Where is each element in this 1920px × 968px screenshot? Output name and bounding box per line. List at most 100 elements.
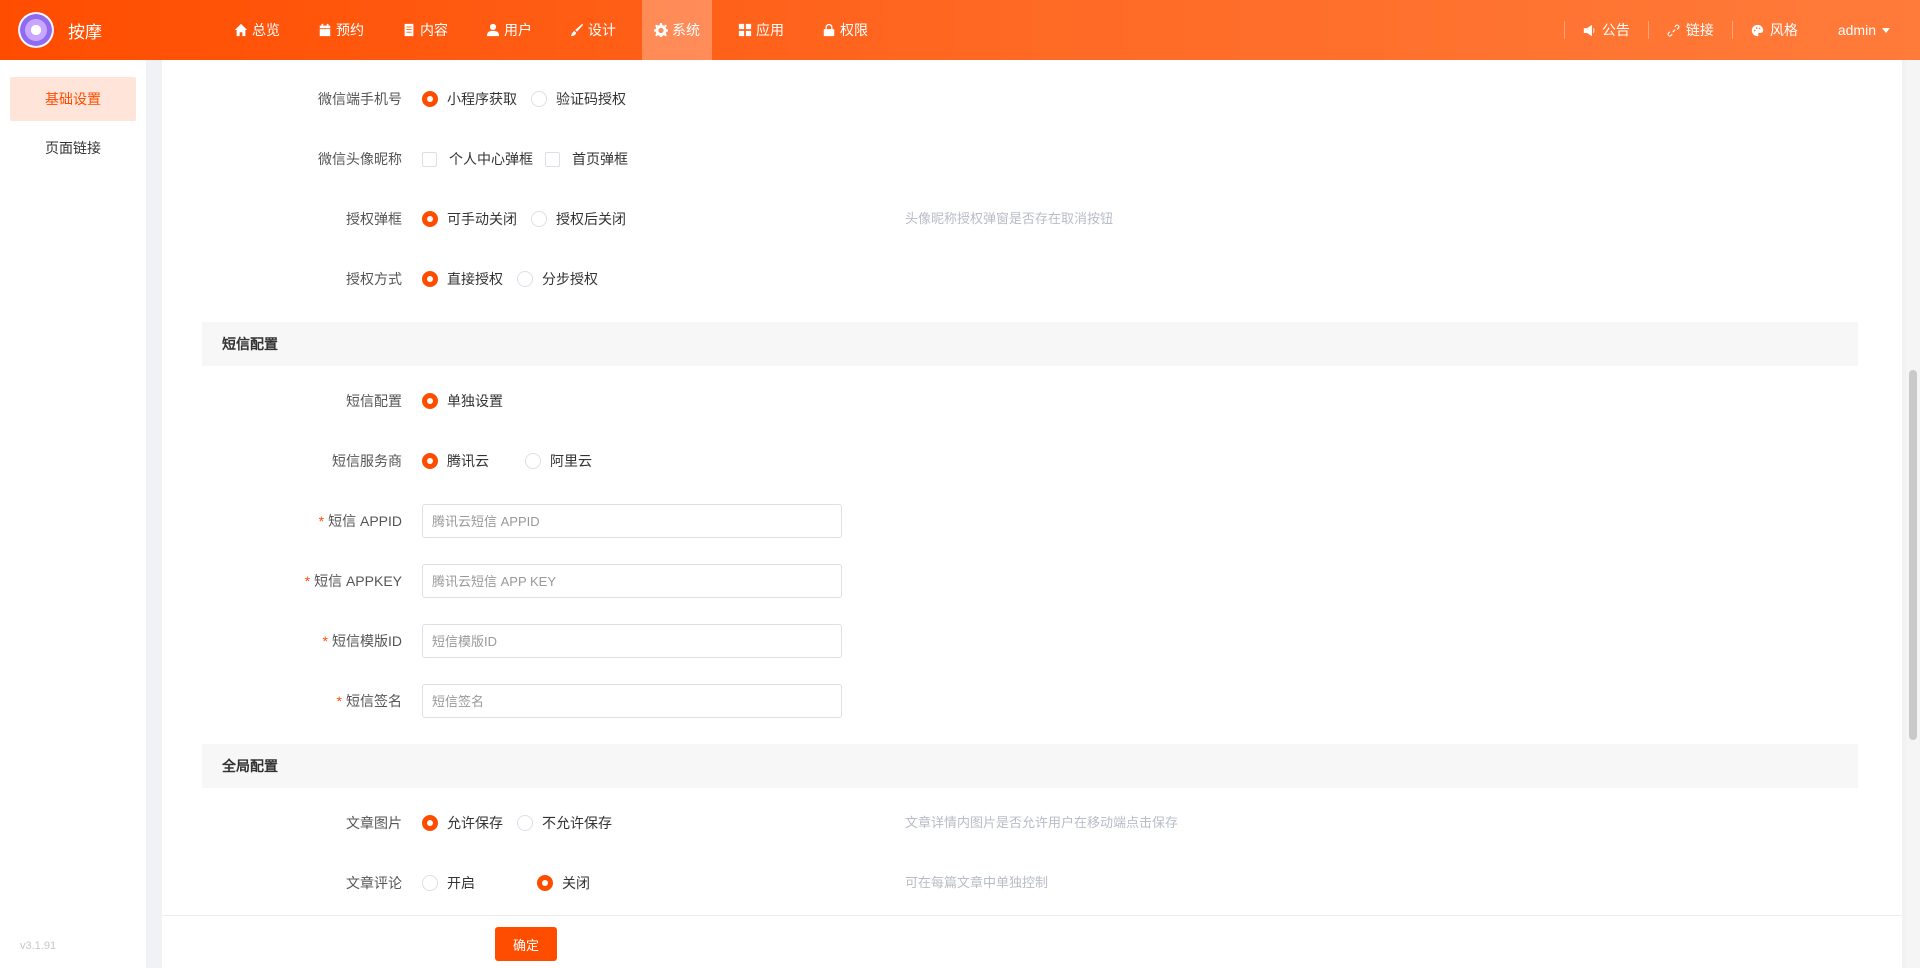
radio-checked [422,271,438,287]
form-row-auth-mode: 授权方式 直接授权 分步授权 [162,259,1862,299]
radio-label: 阿里云 [550,453,592,469]
radio-unchecked [531,211,547,227]
radio-checked [422,815,438,831]
radio-option[interactable]: 不允许保存 [517,813,612,833]
checkbox [545,151,560,167]
form-row-wechat-phone: 微信端手机号 小程序获取 验证码授权 [162,79,1862,119]
user-menu[interactable]: admin [1816,21,1920,39]
checkbox-option[interactable]: 首页弹框 [545,149,628,169]
document-icon [404,23,414,37]
logo [18,12,54,48]
checkbox [422,151,437,167]
form-row-auth-popup: 授权弹框 可手动关闭 授权后关闭 头像昵称授权弹窗是否存在取消按钮 [162,199,1862,239]
radio-option[interactable]: 授权后关闭 [531,209,626,229]
main-nav: 总览 预约 内容 用户 设计 系统 应用 权限 [222,0,894,60]
settings-form: 微信端手机号 小程序获取 验证码授权 微信头像昵称 个人中心弹框 首页弹框 授权… [162,60,1902,968]
sidebar: 基础设置 页面链接 v3.1.91 [0,60,146,968]
help-text: 文章详情内图片是否允许用户在移动端点击保存 [905,815,1179,830]
radio-checked [422,211,438,227]
form-label: * 短信签名 [337,681,402,721]
radio-unchecked [422,875,438,891]
form-label: 授权弹框 [346,211,402,227]
right-menu: 公告 链接 风格 admin [1563,0,1920,60]
radio-option[interactable]: 单独设置 [422,391,503,411]
form-label-text: 短信 APPKEY [314,573,402,589]
nav-item-users[interactable]: 用户 [474,0,544,60]
form-row-sms-appid: * 短信 APPID [162,501,1862,541]
version-label: v3.1.91 [20,940,57,952]
nav-item-booking[interactable]: 预约 [306,0,376,60]
radio-label: 关闭 [562,875,590,891]
radio-unchecked [525,453,541,469]
radio-option[interactable]: 验证码授权 [531,89,626,109]
notice-label: 公告 [1601,22,1630,38]
required-mark: * [322,633,328,649]
form-footer: 确定 [162,915,1902,968]
form-row-sms-sign: * 短信签名 [162,681,1862,721]
form-row-article-image: 文章图片 允许保存 不允许保存 文章详情内图片是否允许用户在移动端点击保存 [162,803,1862,843]
radio-unchecked [517,815,533,831]
section-header-sms: 短信配置 [202,322,1858,366]
nav-item-content[interactable]: 内容 [390,0,460,60]
radio-option[interactable]: 可手动关闭 [422,209,517,229]
radio-checked [422,453,438,469]
nav-item-permissions[interactable]: 权限 [810,0,880,60]
form-label: 短信服务商 [332,453,402,469]
radio-label: 分步授权 [542,271,598,287]
theme-label: 风格 [1769,22,1798,38]
form-label: 微信头像昵称 [318,151,402,167]
lock-icon [823,23,835,37]
link-icon [1667,24,1680,36]
nav-item-overview[interactable]: 总览 [222,0,292,60]
sidebar-item-basic-settings[interactable]: 基础设置 [10,77,136,121]
nav-item-apps[interactable]: 应用 [726,0,796,60]
form-row-wechat-avatar: 微信头像昵称 个人中心弹框 首页弹框 [162,139,1862,179]
nav-item-system[interactable]: 系统 [642,0,712,60]
form-row-sms-config: 短信配置 单独设置 [162,381,1862,421]
radio-checked [537,875,553,891]
radio-option[interactable]: 允许保存 [422,813,503,833]
username: admin [1837,22,1876,38]
form-label: 文章评论 [346,875,402,891]
radio-label: 直接授权 [447,271,503,287]
required-mark: * [336,693,342,709]
notice-button[interactable]: 公告 [1563,21,1648,39]
radio-option[interactable]: 开启 [422,873,475,893]
link-button[interactable]: 链接 [1647,21,1732,39]
nav-item-design[interactable]: 设计 [558,0,628,60]
scrollbar-thumb[interactable] [1909,370,1917,740]
scrollbar[interactable] [1906,60,1920,968]
required-mark: * [318,513,325,529]
form-label: 文章图片 [346,815,402,831]
radio-checked [422,393,438,409]
sidebar-item-page-links[interactable]: 页面链接 [10,126,136,170]
checkbox-option[interactable]: 个人中心弹框 [422,149,533,169]
nav-label: 总览 [252,22,280,38]
nav-label: 用户 [504,22,532,38]
sms-appid-input[interactable] [422,504,842,538]
confirm-button[interactable]: 确定 [495,927,557,961]
nav-label: 系统 [672,22,700,38]
radio-unchecked [517,271,533,287]
radio-option[interactable]: 直接授权 [422,269,503,289]
radio-option[interactable]: 腾讯云 [422,451,489,471]
form-row-sms-appkey: * 短信 APPKEY [162,561,1862,601]
form-label: 授权方式 [346,271,402,287]
radio-option[interactable]: 小程序获取 [422,89,517,109]
radio-option[interactable]: 阿里云 [525,451,592,471]
form-label: * 短信模版ID [323,621,402,661]
section-header-global: 全局配置 [202,744,1858,788]
theme-button[interactable]: 风格 [1731,21,1816,39]
nav-label: 预约 [336,22,364,38]
radio-option[interactable]: 关闭 [537,873,590,893]
form-label: 微信端手机号 [318,91,402,107]
sms-template-input[interactable] [422,624,842,658]
form-label: * 短信 APPID [319,501,402,541]
sms-sign-input[interactable] [422,684,842,718]
link-label: 链接 [1685,22,1714,38]
brand[interactable]: 按摩 [18,12,102,48]
calendar-icon [319,23,331,37]
radio-option[interactable]: 分步授权 [517,269,598,289]
sms-appkey-input[interactable] [422,564,842,598]
radio-label: 授权后关闭 [556,211,626,227]
